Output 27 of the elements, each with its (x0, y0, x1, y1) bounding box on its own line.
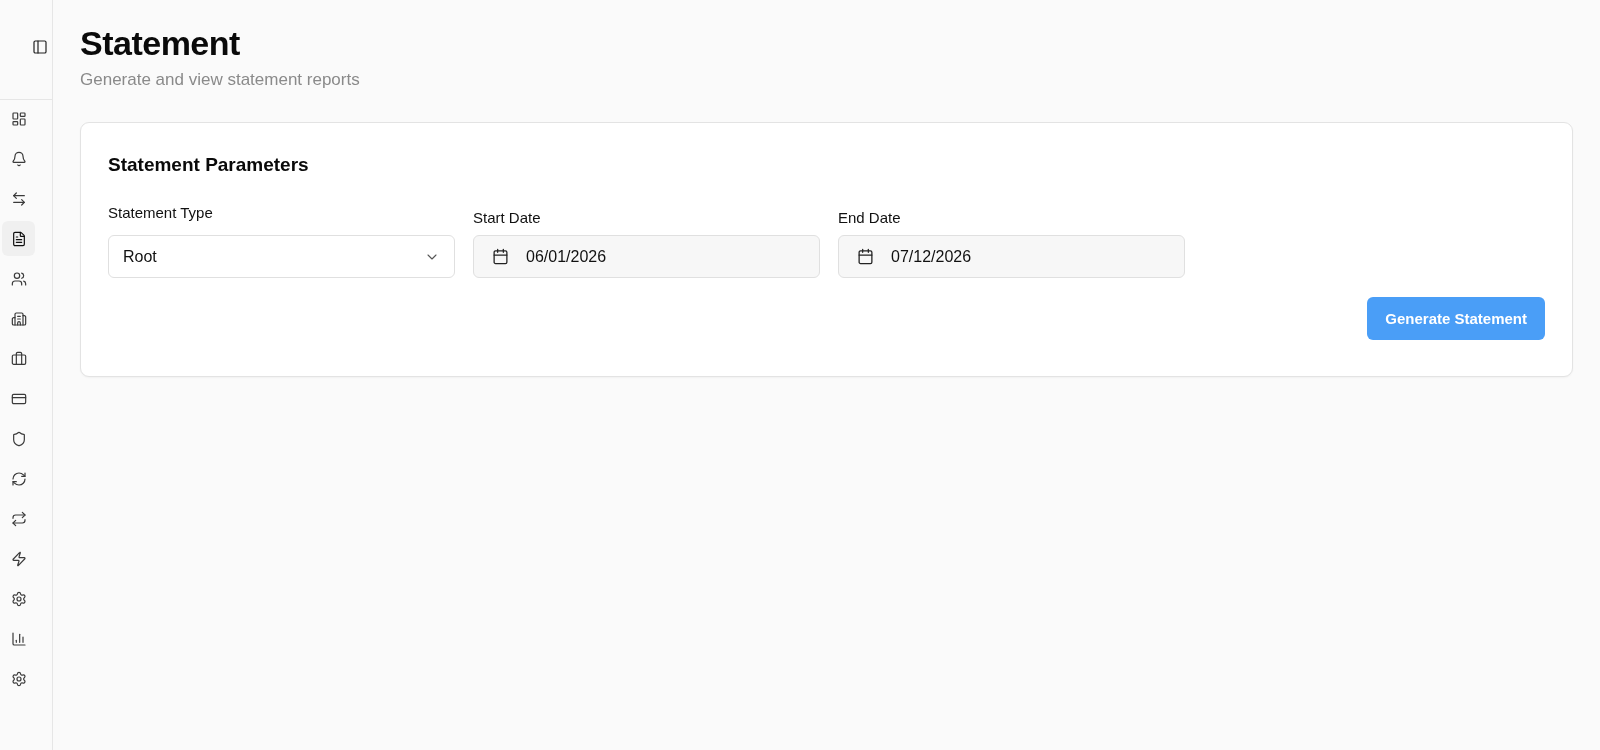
date-field[interactable]: 06/01/2026 (473, 235, 820, 278)
refresh-icon (10, 470, 27, 487)
statement-type-select[interactable]: Root (108, 235, 455, 278)
arrows-icon (10, 190, 27, 207)
field-label: Start Date (473, 208, 541, 228)
calendar-icon (492, 248, 509, 265)
page-subtitle: Generate and view statement reports (80, 69, 360, 91)
panel-icon (32, 39, 48, 55)
bar-chart-icon (10, 630, 27, 647)
lightning-icon (10, 550, 27, 567)
field-label: Statement Type (108, 203, 213, 223)
calendar-icon (857, 248, 874, 265)
field-label: End Date (838, 208, 901, 228)
card-title: Statement Parameters (108, 153, 309, 177)
settings-icon (10, 670, 27, 687)
bell-icon (10, 150, 27, 167)
settings-icon (10, 590, 27, 607)
shield-icon (10, 430, 27, 447)
document-icon (10, 230, 27, 247)
page-title: Statement (80, 23, 240, 64)
building-icon (10, 310, 27, 327)
date-field[interactable]: 07/12/2026 (838, 235, 1185, 278)
users-icon (10, 270, 27, 287)
sidebar-item[interactable] (2, 221, 35, 256)
dashboard-icon (10, 110, 27, 127)
briefcase-icon (10, 350, 27, 367)
repeat-icon (10, 510, 27, 527)
